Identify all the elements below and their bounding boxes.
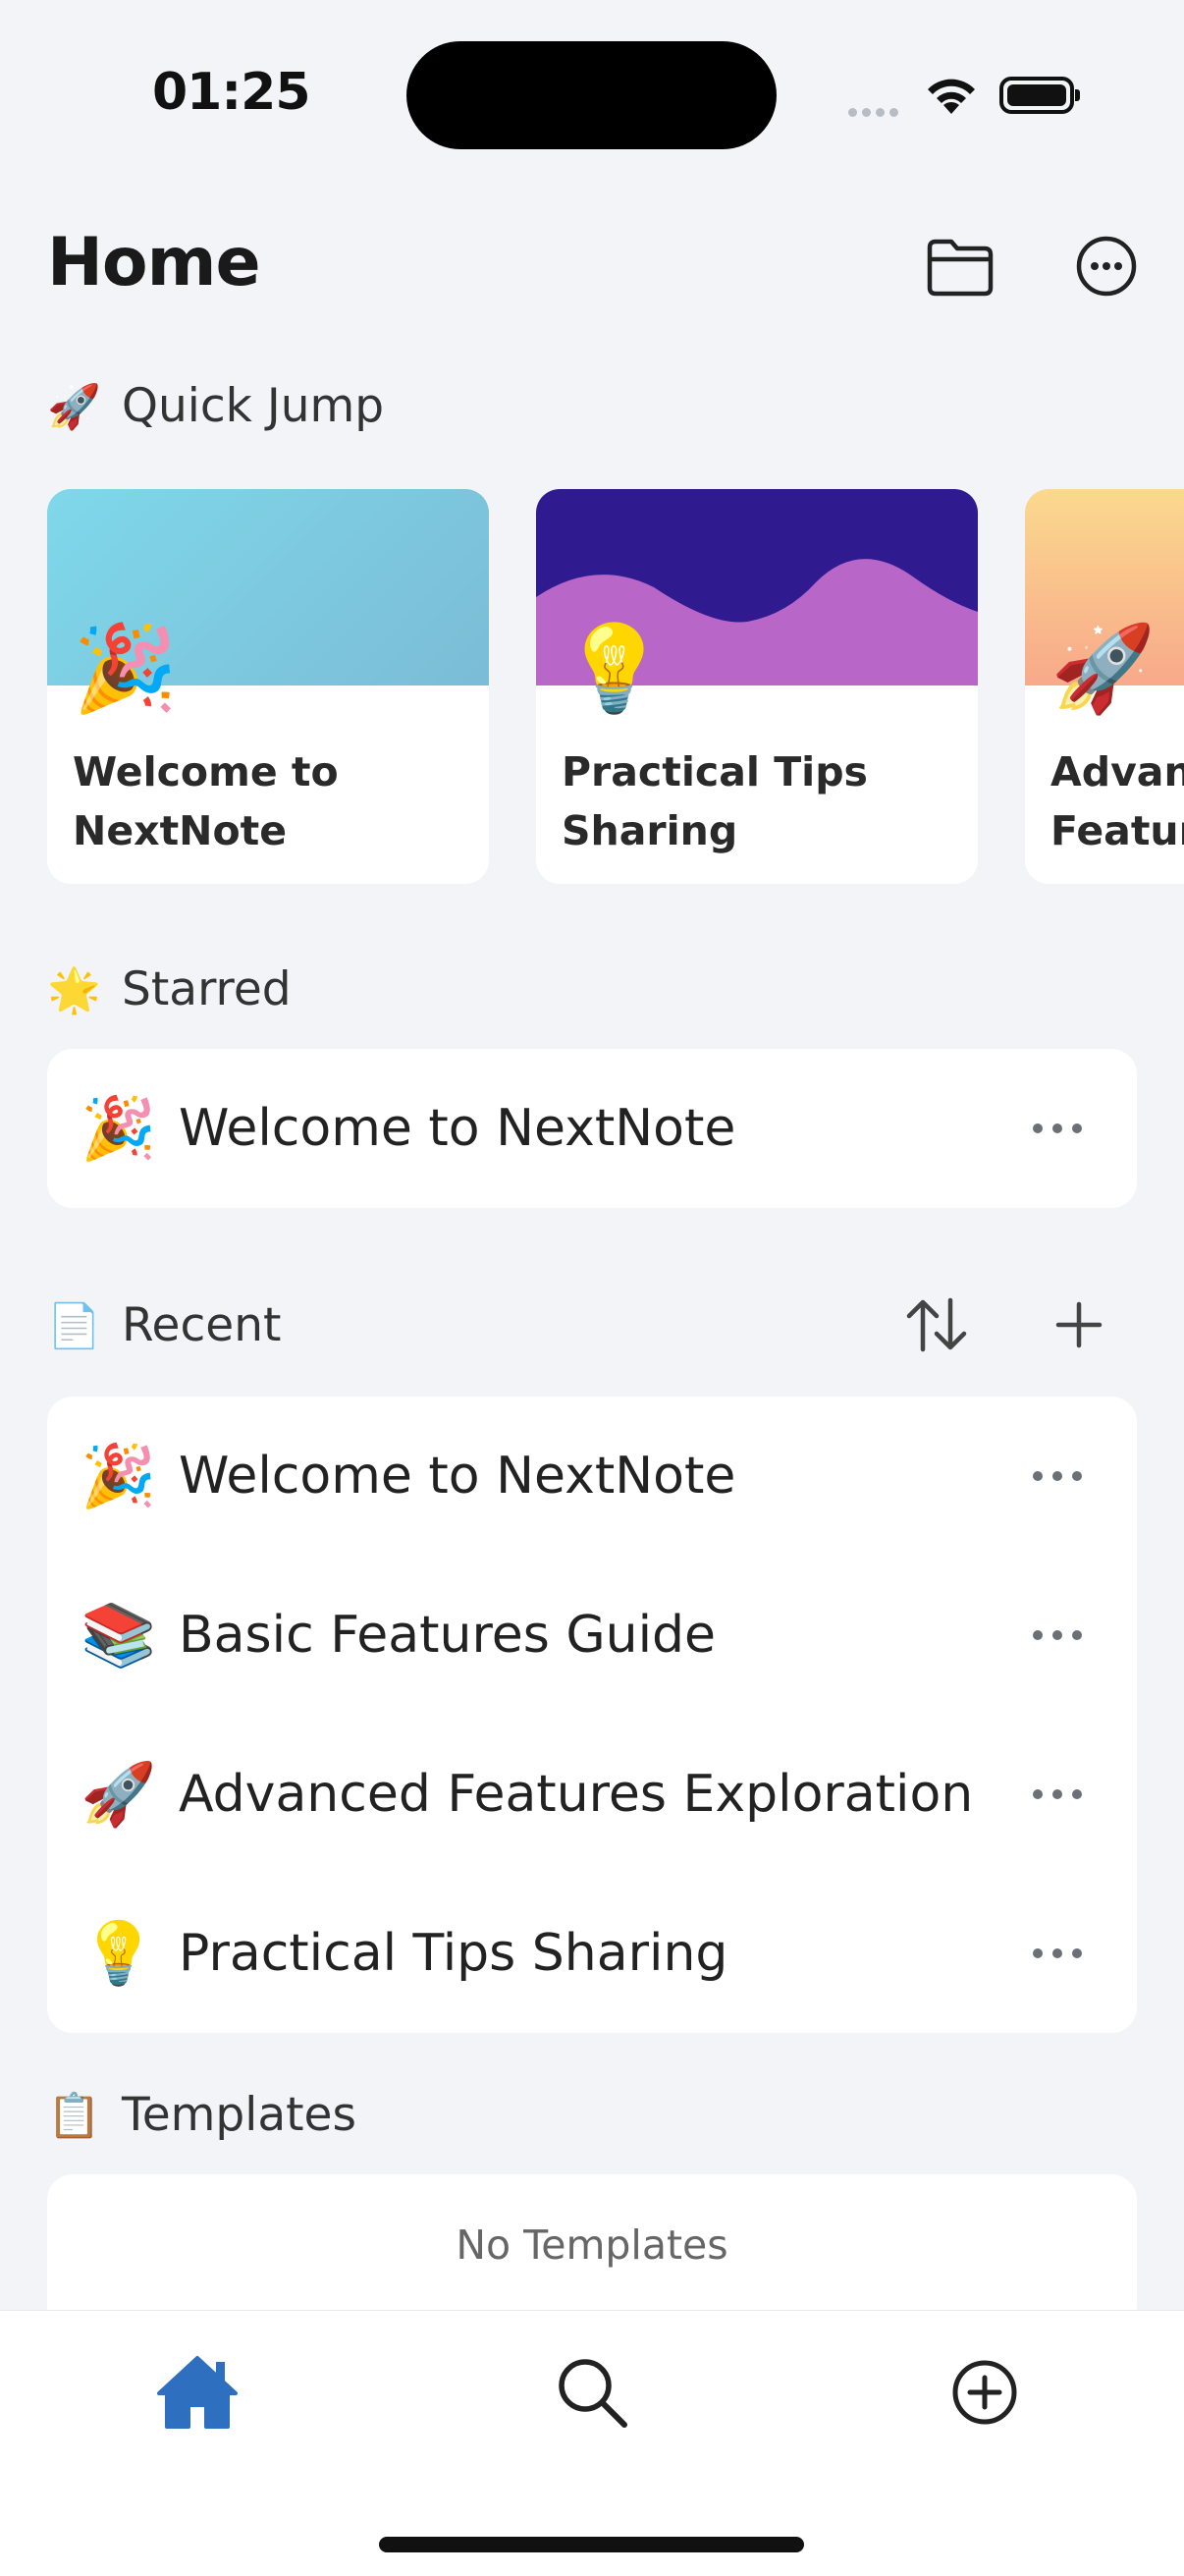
quick-jump-heading: 🚀 Quick Jump [47, 379, 385, 433]
party-popper-icon: 🎉 [81, 1092, 157, 1164]
item-label: Welcome to NextNote [179, 1099, 736, 1158]
clipboard-icon: 📋 [47, 2090, 101, 2141]
templates-heading: 📋 Templates [47, 2088, 356, 2142]
light-bulb-icon: 💡 [562, 620, 668, 718]
tab-new[interactable] [941, 2348, 1029, 2437]
list-item[interactable]: 🎉 Welcome to NextNote [47, 1049, 1137, 1208]
cellular-signal-icon [848, 102, 903, 121]
dynamic-island [406, 41, 777, 149]
list-item[interactable]: 📚 Basic Features Guide [47, 1556, 1137, 1715]
more-icon[interactable] [1003, 1789, 1111, 1799]
party-popper-icon: 🎉 [73, 620, 179, 718]
empty-state-text: No Templates [456, 2221, 728, 2269]
folder-icon[interactable] [925, 234, 996, 299]
item-label: Advanced Features Exploration [179, 1765, 974, 1824]
wifi-icon [925, 75, 978, 120]
recent-heading: 📄 Recent [47, 1298, 282, 1352]
rocket-icon: 🚀 [1050, 620, 1157, 718]
card-title: Welcome to NextNote [73, 748, 339, 854]
card-title: Advanced Features [1050, 748, 1184, 854]
item-label: Practical Tips Sharing [179, 1924, 728, 1983]
more-options-icon[interactable] [1074, 234, 1145, 299]
tab-search[interactable] [548, 2348, 636, 2437]
list-item[interactable]: 🎉 Welcome to NextNote [47, 1397, 1137, 1556]
status-time: 01:25 [152, 63, 311, 122]
rocket-icon: 🚀 [47, 381, 101, 432]
more-icon[interactable] [1003, 1630, 1111, 1640]
books-icon: 📚 [81, 1599, 157, 1671]
page-title: Home [47, 224, 261, 301]
rocket-icon: 🚀 [81, 1758, 157, 1830]
recent-list: 🎉 Welcome to NextNote 📚 Basic Features G… [47, 1397, 1137, 2033]
star-icon: 🌟 [47, 964, 101, 1015]
templates-panel: No Templates [47, 2174, 1137, 2331]
more-icon[interactable] [1003, 1471, 1111, 1481]
battery-icon [999, 77, 1080, 114]
more-icon[interactable] [1003, 1948, 1111, 1958]
party-popper-icon: 🎉 [81, 1440, 157, 1511]
add-circle-icon [952, 2360, 1017, 2425]
card-title: Practical Tips Sharing [562, 748, 868, 854]
document-icon: 📄 [47, 1300, 101, 1351]
item-label: Basic Features Guide [179, 1606, 717, 1665]
quick-jump-card[interactable]: 🎉 Welcome to NextNote [47, 489, 489, 884]
sort-icon[interactable] [901, 1294, 972, 1355]
starred-heading: 🌟 Starred [47, 962, 292, 1016]
quick-jump-card[interactable]: 🚀 Advanced Features [1025, 489, 1184, 884]
tab-home[interactable] [153, 2348, 242, 2437]
light-bulb-icon: 💡 [81, 1917, 157, 1989]
search-icon [559, 2359, 627, 2428]
list-item[interactable]: 💡 Practical Tips Sharing [47, 1874, 1137, 2033]
quick-jump-card[interactable]: 💡 Practical Tips Sharing [536, 489, 978, 884]
more-icon[interactable] [1003, 1124, 1111, 1133]
add-icon[interactable] [1052, 1298, 1105, 1351]
home-indicator [379, 2537, 804, 2552]
list-item[interactable]: 🚀 Advanced Features Exploration [47, 1715, 1137, 1874]
starred-list: 🎉 Welcome to NextNote [47, 1049, 1137, 1208]
item-label: Welcome to NextNote [179, 1447, 736, 1506]
home-icon [157, 2356, 238, 2429]
